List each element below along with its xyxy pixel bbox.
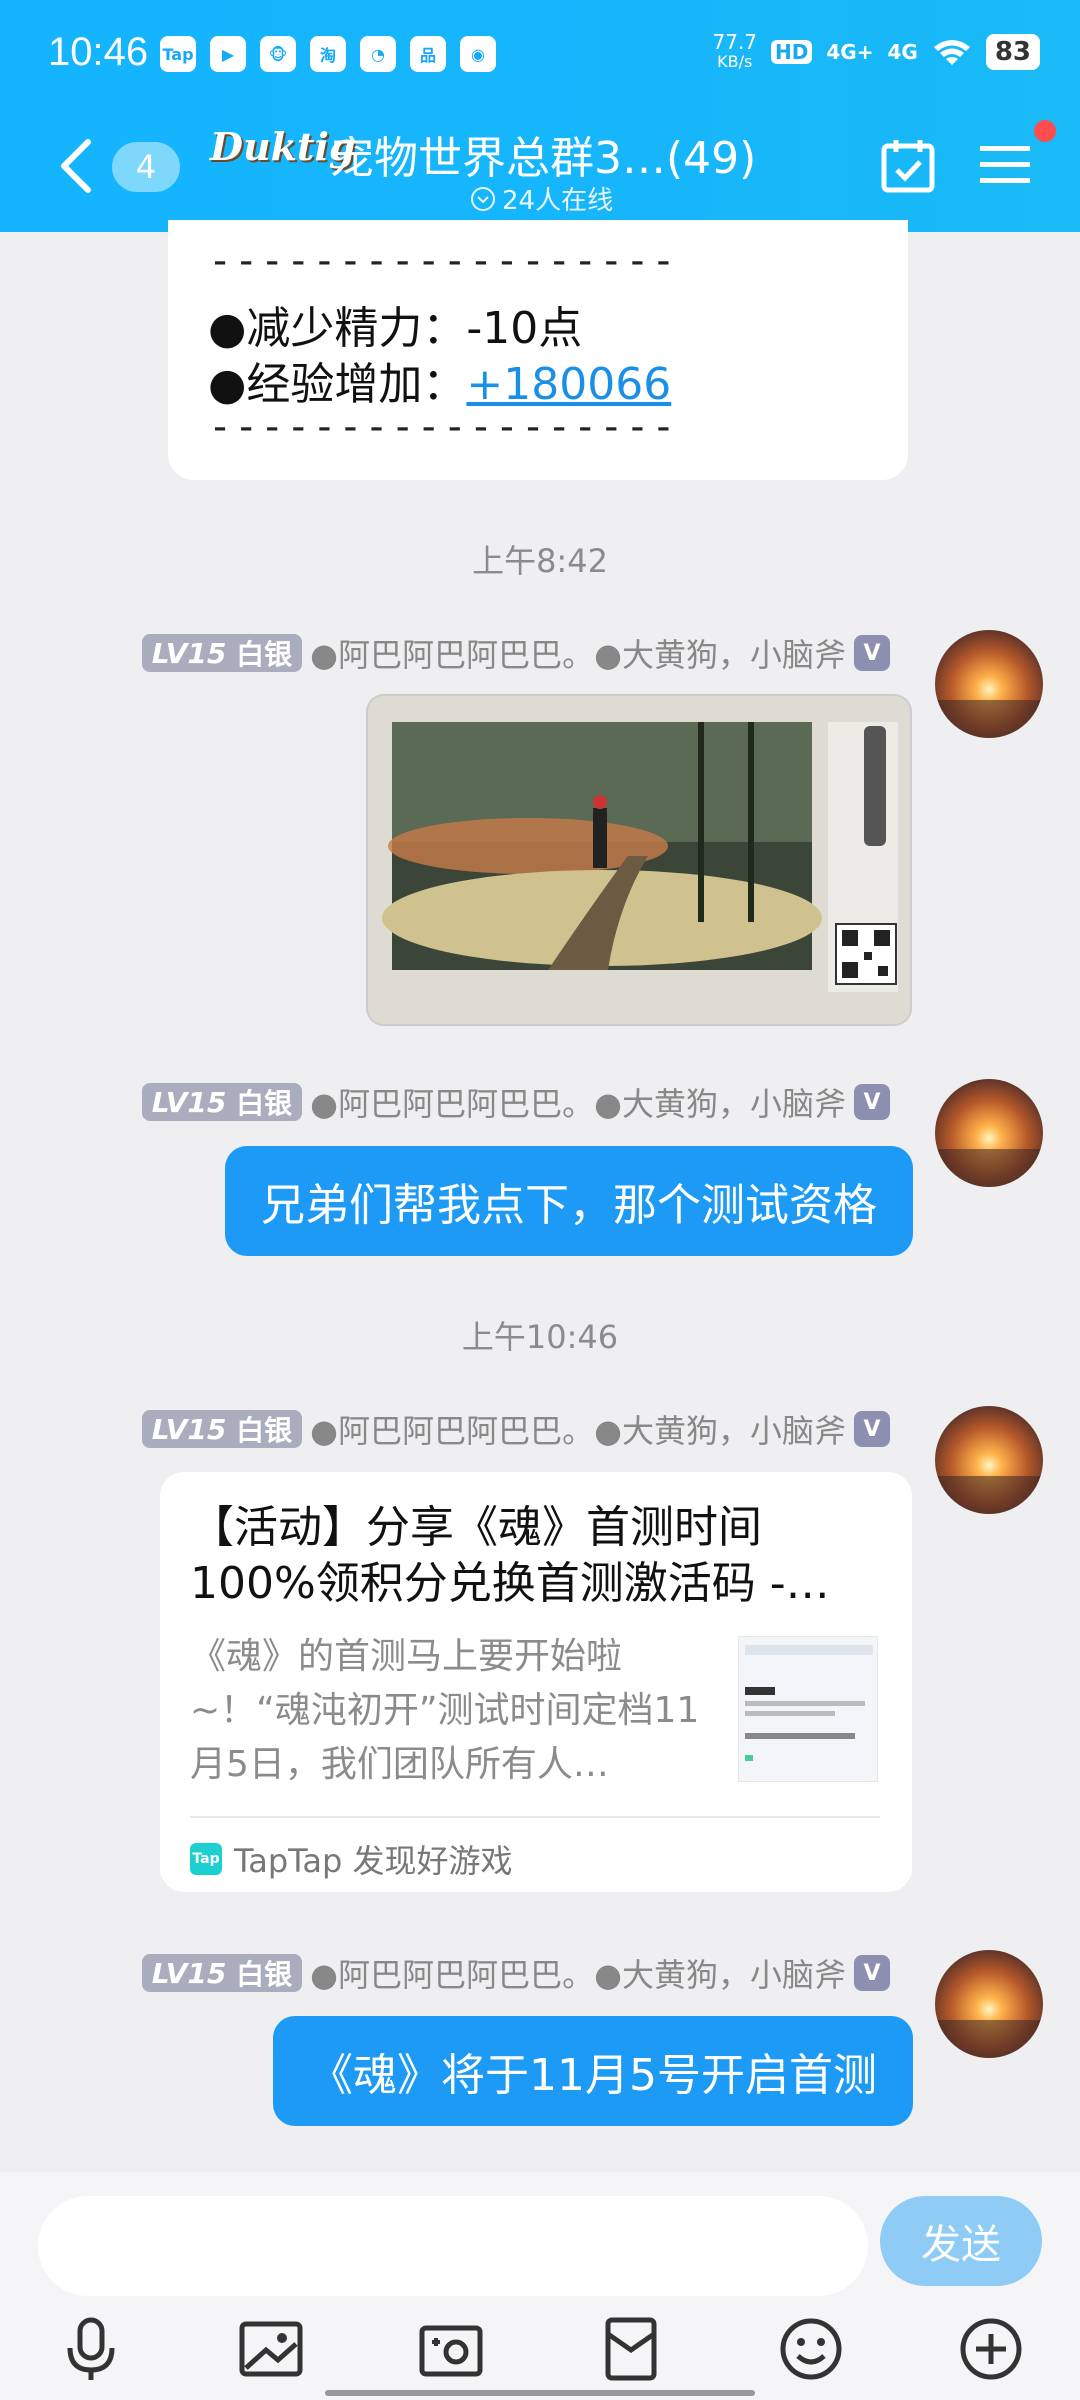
pinduoduo-icon: 品 <box>410 36 446 72</box>
calendar-check-icon[interactable] <box>880 136 936 194</box>
signal-4gplus: 4G+ <box>826 40 874 64</box>
group-title[interactable]: 宠物世界总群3…(49) <box>330 122 756 186</box>
chevron-circle-icon <box>471 186 495 211</box>
text-message-bubble[interactable]: 《魂》将于11月5号开启首测 <box>273 2016 913 2126</box>
avatar[interactable] <box>935 1079 1043 1187</box>
taptap-icon: Tap <box>160 36 196 72</box>
notification-icons: Tap ▶ 🐵 淘 ◔ 品 ◉ <box>160 36 496 72</box>
avatar[interactable] <box>935 630 1043 738</box>
send-button[interactable]: 发送 <box>880 2196 1042 2286</box>
text-message-bubble[interactable]: 兄弟们帮我点下，那个测试资格 <box>225 1146 913 1256</box>
emoji-icon[interactable] <box>776 2314 846 2384</box>
unread-count-badge[interactable]: 4 <box>112 142 180 192</box>
hd-icon: HD <box>771 40 813 64</box>
image-icon[interactable] <box>236 2314 306 2384</box>
sender-name: ●阿巴阿巴阿巴巴。●大黄狗，小脑斧 <box>310 1085 846 1123</box>
sender-name: ●阿巴阿巴阿巴巴。●大黄狗，小脑斧 <box>310 636 846 674</box>
link-share-card[interactable]: 【活动】分享《魂》首测时间100%领积分兑换首测激活码 -… 《魂》的首测马上要… <box>160 1472 912 1892</box>
sender-meta[interactable]: LV15 白银 ●阿巴阿巴阿巴巴。●大黄狗，小脑斧 V <box>141 1950 890 1996</box>
exp-label: ●经验增加： <box>208 359 467 410</box>
avatar[interactable] <box>935 1406 1043 1514</box>
level-badge: LV15 白银 <box>141 1083 303 1121</box>
clock-app-icon: ◔ <box>360 36 396 72</box>
image-message[interactable] <box>366 694 912 1026</box>
status-right: 77.7 KB/s HD 4G+ 4G 83 <box>712 30 1040 72</box>
online-count: 24人在线 <box>502 186 614 216</box>
vip-badge-icon: V <box>854 1955 890 1991</box>
wifi-icon <box>933 40 970 65</box>
link-source-text: TapTap 发现好游戏 <box>234 1842 513 1880</box>
camera-app-icon: ◉ <box>460 36 496 72</box>
notification-dot <box>1034 120 1056 142</box>
chat-nav-bar: 4 Duktig 宠物世界总群3…(49) 24人在线 <box>0 112 1080 232</box>
online-status[interactable]: 24人在线 <box>470 180 613 217</box>
sender-name: ●阿巴阿巴阿巴巴。●大黄狗，小脑斧 <box>310 1412 846 1450</box>
video-icon: ▶ <box>210 36 246 72</box>
taobao-icon: 淘 <box>310 36 346 72</box>
avatar[interactable] <box>935 1950 1043 2058</box>
header: 10:46 Tap ▶ 🐵 淘 ◔ 品 ◉ 77.7 KB/s HD 4G+ 4… <box>0 0 1080 232</box>
net-speed: 77.7 <box>712 30 758 54</box>
exp-value-link[interactable]: +180066 <box>466 359 671 410</box>
level-badge: LV15 白银 <box>141 1410 303 1448</box>
link-description: 《魂》的首测马上要开始啦~！“魂沌初开”测试时间定档11月5日，我们团队所有人… <box>190 1636 700 1785</box>
sender-meta[interactable]: LV15 白银 ●阿巴阿巴阿巴巴。●大黄狗，小脑斧 V <box>141 1406 890 1452</box>
battery-icon: 83 <box>985 34 1040 70</box>
plus-circle-icon[interactable] <box>956 2314 1026 2384</box>
monkey-app-icon: 🐵 <box>260 36 296 72</box>
link-source: Tap TapTap 发现好游戏 <box>190 1836 513 1882</box>
level-badge: LV15 白银 <box>141 1954 303 1992</box>
sender-meta[interactable]: LV15 白银 ●阿巴阿巴阿巴巴。●大黄狗，小脑斧 V <box>141 630 890 676</box>
link-title: 【活动】分享《魂》首测时间100%领积分兑换首测激活码 -… <box>190 1502 830 1609</box>
vip-badge-icon: V <box>854 1411 890 1447</box>
timestamp: 上午8:42 <box>472 542 608 580</box>
input-toolbar <box>0 2314 1080 2384</box>
level-badge: LV15 白银 <box>141 634 303 672</box>
home-indicator[interactable] <box>325 2390 755 2396</box>
game-result-card[interactable]: ------------------ ●减少精力：-10点 ●经验增加：+180… <box>168 220 908 480</box>
signal-4g: 4G <box>887 40 918 64</box>
status-time: 10:46 <box>48 30 149 74</box>
divider-text: ------------------ <box>208 238 678 284</box>
back-arrow-icon[interactable] <box>52 136 102 196</box>
energy-value: -10点 <box>466 303 583 354</box>
sender-meta[interactable]: LV15 白银 ●阿巴阿巴阿巴巴。●大黄狗，小脑斧 V <box>141 1079 890 1125</box>
input-bar: 发送 <box>0 2172 1080 2400</box>
divider-text: ------------------ <box>208 404 678 450</box>
taptap-logo-icon: Tap <box>190 1843 222 1875</box>
microphone-icon[interactable] <box>56 2314 126 2384</box>
camera-icon[interactable] <box>416 2314 486 2384</box>
net-speed-unit: KB/s <box>717 52 753 71</box>
red-packet-icon[interactable] <box>596 2314 666 2384</box>
menu-icon[interactable] <box>980 140 1030 190</box>
energy-label: ●减少精力： <box>208 303 467 354</box>
divider <box>190 1816 880 1818</box>
timestamp: 上午10:46 <box>461 1318 619 1356</box>
vip-badge-icon: V <box>854 635 890 671</box>
status-bar: 10:46 Tap ▶ 🐵 淘 ◔ 品 ◉ 77.7 KB/s HD 4G+ 4… <box>0 0 1080 112</box>
vip-badge-icon: V <box>854 1084 890 1120</box>
link-thumbnail <box>738 1636 878 1782</box>
message-input[interactable] <box>38 2196 868 2296</box>
sender-name: ●阿巴阿巴阿巴巴。●大黄狗，小脑斧 <box>310 1956 846 1994</box>
